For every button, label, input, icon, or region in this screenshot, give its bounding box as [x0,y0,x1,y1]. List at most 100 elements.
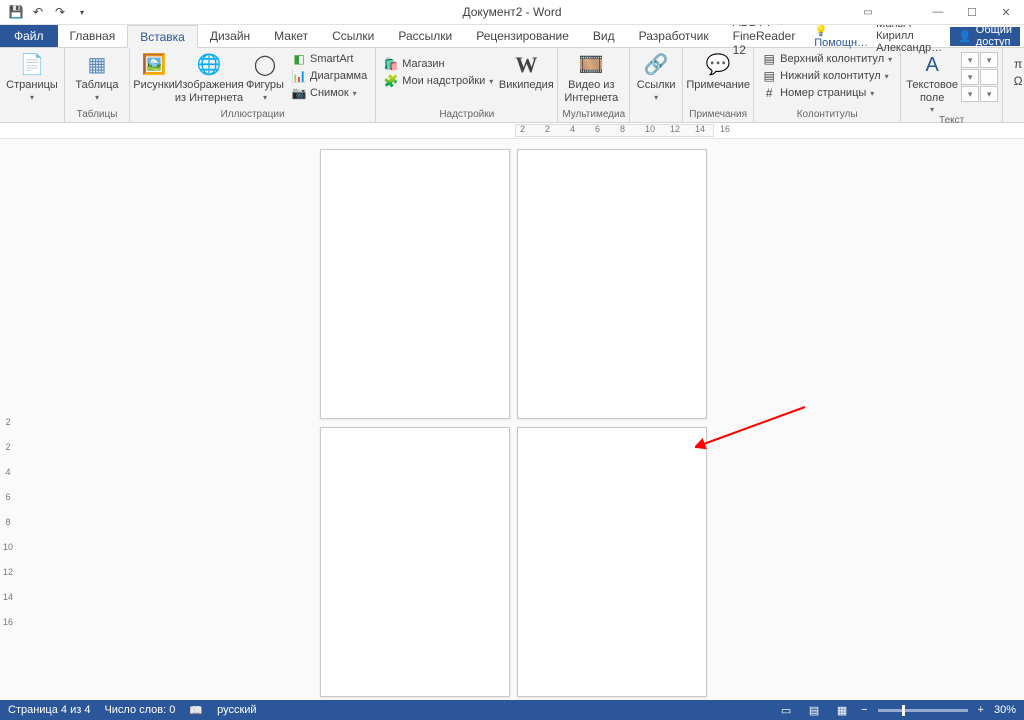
group-tables: ▦Таблица Таблицы [65,48,130,122]
group-addins-label: Надстройки [380,108,553,122]
chart-icon: 📊 [292,69,306,83]
dropcap-button[interactable]: ▾ [961,86,979,102]
status-language[interactable]: русский [217,704,256,716]
group-header-footer: ▤Верхний колонтитул ▤Нижний колонтитул #… [754,48,901,122]
annotation-arrow [695,403,815,453]
page-number-icon: # [762,86,776,100]
symbol-button[interactable]: ΩСимвол [1007,73,1024,89]
wikipedia-icon: W [512,52,540,78]
screenshot-button[interactable]: 📷Снимок [288,85,371,101]
tab-review[interactable]: Рецензирование [464,25,581,47]
tab-references[interactable]: Ссылки [320,25,386,47]
header-button[interactable]: ▤Верхний колонтитул [758,51,896,67]
view-web-layout[interactable]: ▦ [833,702,851,718]
tab-home[interactable]: Главная [58,25,128,47]
tab-mailings[interactable]: Рассылки [386,25,464,47]
zoom-out-button[interactable]: − [861,704,867,716]
wordart-button[interactable]: ▾ [961,69,979,85]
vertical-ruler[interactable]: 2 2 4 6 8 10 12 14 16 [0,417,16,627]
tab-abbyy[interactable]: ABBYY FineReader 12 [721,25,815,47]
links-button[interactable]: 🔗Ссылки [634,50,678,102]
zoom-slider[interactable] [878,709,968,712]
view-read-mode[interactable]: ▭ [777,702,795,718]
group-symbols: πУравнение ΩСимвол Символы [1003,48,1024,122]
horizontal-ruler[interactable]: 2 2 4 6 8 10 12 14 16 [0,123,1024,139]
store-button[interactable]: 🛍️Магазин [380,56,497,72]
smartart-button[interactable]: ◧SmartArt [288,51,371,67]
group-symbols-label: Символы [1007,108,1024,122]
text-mini-buttons: ▾▾ ▾ ▾▾ [961,50,998,102]
redo-icon[interactable]: ↷ [50,2,70,22]
undo-icon[interactable]: ↶ [28,2,48,22]
pictures-button[interactable]: 🖼️Рисунки [134,50,174,92]
group-hdrftr-label: Колонтитулы [758,108,896,122]
title-bar: 💾 ↶ ↷ ▾ Документ2 - Word ▭ — ☐ ✕ [0,0,1024,25]
group-media: 🎞️Видео из Интернета Мультимедиа [558,48,630,122]
video-icon: 🎞️ [577,52,605,78]
status-proofing-icon[interactable]: 📖 [189,704,203,717]
tab-view[interactable]: Вид [581,25,627,47]
picture-icon: 🖼️ [140,52,168,78]
smartart-icon: ◧ [292,52,306,66]
maximize-button[interactable]: ☐ [958,2,986,22]
shapes-button[interactable]: ◯Фигуры [244,50,286,102]
tab-insert[interactable]: Вставка [127,25,198,48]
status-page[interactable]: Страница 4 из 4 [8,704,90,716]
symbol-icon: Ω [1011,74,1024,88]
shapes-icon: ◯ [251,52,279,78]
footer-button[interactable]: ▤Нижний колонтитул [758,68,896,84]
comment-button[interactable]: 💬Примечание [687,50,749,92]
view-print-layout[interactable]: ▤ [805,702,823,718]
chart-button[interactable]: 📊Диаграмма [288,68,371,84]
object-button[interactable]: ▾ [980,86,998,102]
group-comments-label: Примечания [687,108,749,122]
minimize-button[interactable]: — [924,2,952,22]
addins-icon: 🧩 [384,74,398,88]
tell-me[interactable]: 💡 Помощн… [814,24,868,49]
qat-customize-icon[interactable]: ▾ [72,2,92,22]
page-4[interactable] [517,427,707,697]
online-video-button[interactable]: 🎞️Видео из Интернета [562,50,620,104]
table-button[interactable]: ▦Таблица [69,50,125,102]
group-text: AТекстовое поле ▾▾ ▾ ▾▾ Текст [901,48,1003,122]
quick-access-toolbar: 💾 ↶ ↷ ▾ [0,2,92,22]
tab-design[interactable]: Дизайн [198,25,262,47]
store-icon: 🛍️ [384,57,398,71]
zoom-in-button[interactable]: + [978,704,984,716]
page-icon: 📄 [18,52,46,78]
tab-layout[interactable]: Макет [262,25,320,47]
quickparts-button[interactable]: ▾ [961,52,979,68]
signature-button[interactable]: ▾ [980,52,998,68]
page-3[interactable] [320,427,510,697]
group-links-label [634,108,678,122]
share-button[interactable]: 👤Общий доступ [950,27,1020,46]
pages-button[interactable]: 📄Страницы [4,50,60,102]
ribbon-display-options-icon[interactable]: ▭ [858,2,878,22]
tab-file[interactable]: Файл [0,25,58,47]
table-icon: ▦ [83,52,111,78]
equation-button[interactable]: πУравнение [1007,56,1024,72]
datetime-button[interactable] [980,69,998,85]
page-2[interactable] [517,149,707,419]
page-1[interactable] [320,149,510,419]
group-pages: 📄Страницы [0,48,65,122]
tab-developer[interactable]: Разработчик [627,25,721,47]
zoom-level[interactable]: 30% [994,704,1016,716]
textbox-icon: A [918,52,946,78]
save-icon[interactable]: 💾 [6,2,26,22]
status-word-count[interactable]: Число слов: 0 [104,704,175,716]
group-comments: 💬Примечание Примечания [683,48,754,122]
footer-icon: ▤ [762,69,776,83]
online-picture-icon: 🌐 [195,52,223,78]
my-addins-button[interactable]: 🧩Мои надстройки [380,73,497,89]
header-icon: ▤ [762,52,776,66]
group-addins: 🛍️Магазин 🧩Мои надстройки WВикипедия Над… [376,48,558,122]
wikipedia-button[interactable]: WВикипедия [499,50,553,92]
close-button[interactable]: ✕ [992,2,1020,22]
online-pictures-button[interactable]: 🌐Изображения из Интернета [176,50,242,104]
equation-icon: π [1011,57,1024,71]
page-number-button[interactable]: #Номер страницы [758,85,896,101]
textbox-button[interactable]: AТекстовое поле [905,50,959,114]
window-controls: ▭ — ☐ ✕ [858,2,1020,22]
document-area[interactable]: 2 2 4 6 8 10 12 14 16 [0,139,1024,700]
